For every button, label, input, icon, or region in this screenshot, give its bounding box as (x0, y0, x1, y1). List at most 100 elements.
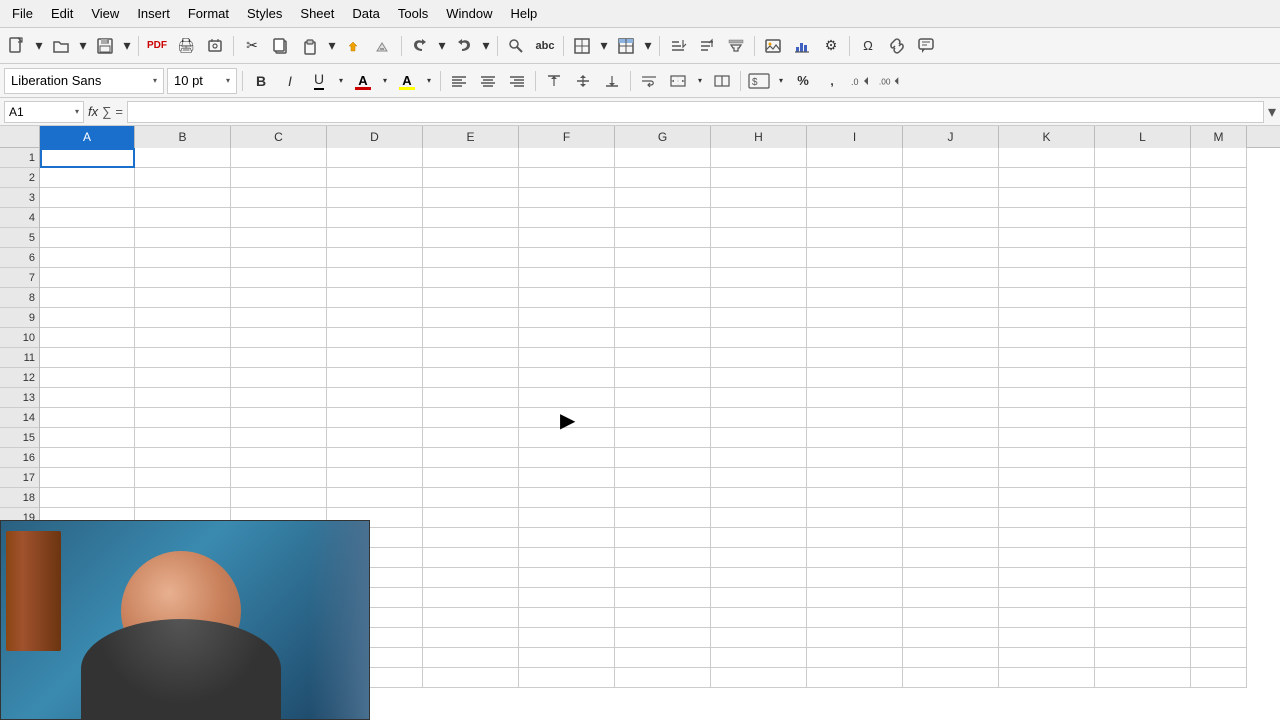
cell-J24[interactable] (903, 608, 999, 628)
cell-F2[interactable] (519, 168, 615, 188)
cell-A14[interactable] (40, 408, 135, 428)
cell-H7[interactable] (711, 268, 807, 288)
cell-I7[interactable] (807, 268, 903, 288)
cell-F11[interactable] (519, 348, 615, 368)
cell-G25[interactable] (615, 628, 711, 648)
row-number-7[interactable]: 7 (0, 268, 39, 288)
cell-E10[interactable] (423, 328, 519, 348)
cell-E21[interactable] (423, 548, 519, 568)
cell-M13[interactable] (1191, 388, 1247, 408)
cell-J18[interactable] (903, 488, 999, 508)
menu-data[interactable]: Data (344, 3, 387, 24)
cell-M16[interactable] (1191, 448, 1247, 468)
cell-I23[interactable] (807, 588, 903, 608)
cell-L11[interactable] (1095, 348, 1191, 368)
cell-K7[interactable] (999, 268, 1095, 288)
cell-K15[interactable] (999, 428, 1095, 448)
cell-K19[interactable] (999, 508, 1095, 528)
row-number-2[interactable]: 2 (0, 168, 39, 188)
print-button[interactable]: 🖨 (173, 33, 199, 59)
valign-top-button[interactable] (541, 68, 567, 94)
col-header-A[interactable]: A (40, 126, 135, 148)
cell-B18[interactable] (135, 488, 231, 508)
save-dropdown[interactable]: ▾ (121, 33, 133, 59)
cell-E17[interactable] (423, 468, 519, 488)
cell-C14[interactable] (231, 408, 327, 428)
cell-I4[interactable] (807, 208, 903, 228)
cell-B1[interactable] (135, 148, 231, 168)
cell-K10[interactable] (999, 328, 1095, 348)
cell-J12[interactable] (903, 368, 999, 388)
fx-icon[interactable]: fx (88, 104, 98, 119)
cell-D11[interactable] (327, 348, 423, 368)
cell-L3[interactable] (1095, 188, 1191, 208)
open-button[interactable] (48, 33, 74, 59)
cell-H20[interactable] (711, 528, 807, 548)
cell-J2[interactable] (903, 168, 999, 188)
cell-A15[interactable] (40, 428, 135, 448)
cell-H15[interactable] (711, 428, 807, 448)
cell-C4[interactable] (231, 208, 327, 228)
font-name-selector[interactable]: Liberation Sans ▾ (4, 68, 164, 94)
cell-A5[interactable] (40, 228, 135, 248)
cell-B7[interactable] (135, 268, 231, 288)
undo-button[interactable] (407, 33, 433, 59)
cell-L1[interactable] (1095, 148, 1191, 168)
cell-D6[interactable] (327, 248, 423, 268)
cell-L18[interactable] (1095, 488, 1191, 508)
cell-F26[interactable] (519, 648, 615, 668)
cell-H26[interactable] (711, 648, 807, 668)
paste-dropdown[interactable]: ▾ (326, 33, 338, 59)
cell-H3[interactable] (711, 188, 807, 208)
cell-F25[interactable] (519, 628, 615, 648)
cell-F15[interactable] (519, 428, 615, 448)
wrap-text-button[interactable] (636, 68, 662, 94)
cell-I21[interactable] (807, 548, 903, 568)
col-header-G[interactable]: G (615, 126, 711, 148)
row-number-14[interactable]: 14 (0, 408, 39, 428)
valign-middle-button[interactable] (570, 68, 596, 94)
cell-B13[interactable] (135, 388, 231, 408)
table-borders-dropdown[interactable]: ▾ (598, 33, 610, 59)
cell-F18[interactable] (519, 488, 615, 508)
cell-F24[interactable] (519, 608, 615, 628)
cell-C11[interactable] (231, 348, 327, 368)
cell-I25[interactable] (807, 628, 903, 648)
cell-E11[interactable] (423, 348, 519, 368)
cell-L19[interactable] (1095, 508, 1191, 528)
cell-G21[interactable] (615, 548, 711, 568)
cell-J15[interactable] (903, 428, 999, 448)
cell-K5[interactable] (999, 228, 1095, 248)
cell-B12[interactable] (135, 368, 231, 388)
cell-K3[interactable] (999, 188, 1095, 208)
cell-M5[interactable] (1191, 228, 1247, 248)
cell-G27[interactable] (615, 668, 711, 688)
cell-C9[interactable] (231, 308, 327, 328)
col-header-B[interactable]: B (135, 126, 231, 148)
cut-button[interactable]: ✂ (239, 33, 265, 59)
cell-G15[interactable] (615, 428, 711, 448)
insert-image-button[interactable] (760, 33, 786, 59)
decimal-inc-button[interactable]: .0 (848, 68, 874, 94)
font-size-selector[interactable]: 10 pt ▾ (167, 68, 237, 94)
cell-L14[interactable] (1095, 408, 1191, 428)
cell-G7[interactable] (615, 268, 711, 288)
cell-C13[interactable] (231, 388, 327, 408)
cell-G26[interactable] (615, 648, 711, 668)
cell-G14[interactable] (615, 408, 711, 428)
cell-E24[interactable] (423, 608, 519, 628)
cell-F5[interactable] (519, 228, 615, 248)
open-dropdown[interactable]: ▾ (77, 33, 89, 59)
cell-M22[interactable] (1191, 568, 1247, 588)
cell-B6[interactable] (135, 248, 231, 268)
cell-J19[interactable] (903, 508, 999, 528)
cell-I18[interactable] (807, 488, 903, 508)
cell-M10[interactable] (1191, 328, 1247, 348)
cell-L8[interactable] (1095, 288, 1191, 308)
cell-B8[interactable] (135, 288, 231, 308)
cell-J25[interactable] (903, 628, 999, 648)
cell-M8[interactable] (1191, 288, 1247, 308)
cell-B14[interactable] (135, 408, 231, 428)
cell-I20[interactable] (807, 528, 903, 548)
cell-M3[interactable] (1191, 188, 1247, 208)
